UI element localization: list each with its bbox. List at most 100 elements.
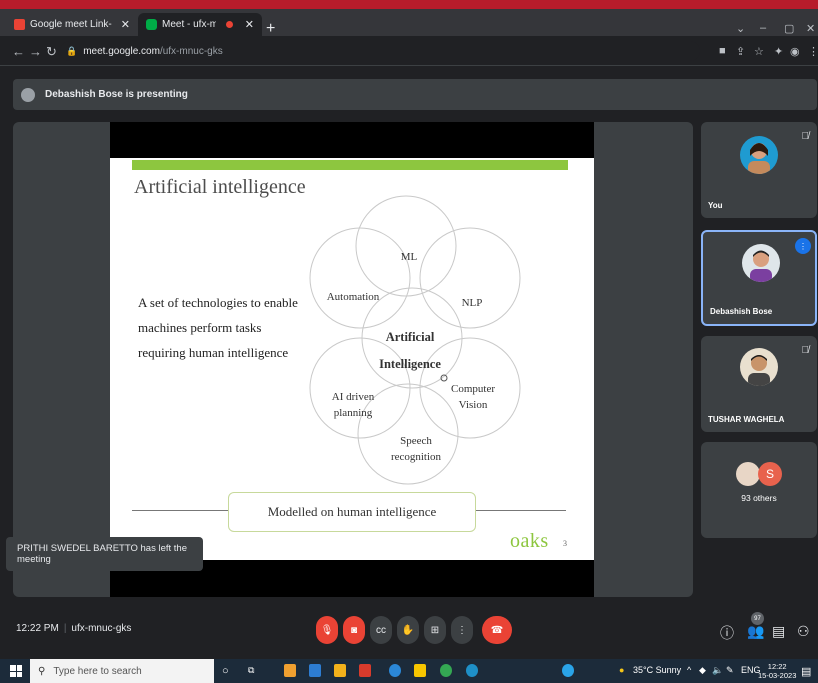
windows-start-icon[interactable] [10, 665, 22, 677]
taskbar-app-icon[interactable] [309, 664, 321, 677]
search-icon: ⚲ [38, 665, 46, 677]
maximize-button[interactable]: ▢ [784, 22, 794, 35]
participant-tile-you[interactable]: 🎙̸ You [701, 122, 817, 218]
extensions-icon[interactable]: ✦ [774, 45, 783, 58]
petal-cv-label-2: Vision [459, 399, 488, 411]
present-button[interactable]: ⊞ [424, 616, 446, 644]
more-options-button[interactable]: ⋮ [451, 616, 473, 644]
tab-search-icon[interactable]: ⌄ [736, 22, 745, 35]
chrome-icon[interactable] [440, 664, 452, 677]
petal-ml-label: ML [401, 251, 418, 263]
weather-text[interactable]: 35°C Sunny [633, 665, 681, 675]
close-tab-icon[interactable]: ✕ [121, 18, 130, 31]
notification-toast: PRITHI SWEDEL BARETTO has left the meeti… [6, 537, 203, 571]
file-explorer-icon[interactable] [334, 664, 346, 677]
camera-off-icon: ◙ [350, 624, 358, 636]
slide: Artificial intelligence A set of technol… [110, 158, 594, 560]
mic-off-icon: 🎙̸ [801, 345, 810, 356]
lock-icon: 🔒 [66, 45, 78, 56]
mic-toggle-button[interactable]: 🎙 [316, 616, 338, 644]
participant-name: Debashish Bose [710, 307, 773, 316]
petal-speech-label-2: recognition [391, 451, 442, 463]
captions-button[interactable]: cc [370, 616, 392, 644]
weather-icon: ● [619, 665, 625, 675]
tab-google-meet-link[interactable]: Google meet Link- National level ✕ [6, 13, 138, 36]
share-icon[interactable]: ⇪ [736, 45, 745, 58]
petal-speech-label-1: Speech [400, 435, 432, 447]
center-label-2: Intelligence [379, 357, 441, 371]
reload-button[interactable]: ↻ [46, 44, 57, 60]
taskbar-app-icon[interactable] [359, 664, 371, 677]
tab-strip: Google meet Link- National level ✕ Meet … [0, 9, 818, 37]
gmail-icon [14, 19, 25, 30]
tab-meet[interactable]: Meet - ufx-mnuc-gks ✕ [138, 13, 262, 36]
close-tab-icon[interactable]: ✕ [245, 18, 254, 31]
camera-in-use-icon[interactable]: ■ [719, 45, 726, 57]
participant-name: You [708, 201, 723, 210]
petal-planning-circle [309, 337, 411, 439]
meeting-code: ufx-mnuc-gks [71, 623, 132, 634]
slide-page-number: 3 [563, 539, 567, 548]
activities-icon[interactable]: ⚇ [797, 623, 810, 640]
meeting-time: 12:22 PM [16, 623, 59, 634]
taskbar-app-icon[interactable] [414, 664, 426, 677]
petal-nlp-circle [419, 227, 521, 329]
petal-ml-circle [355, 195, 457, 297]
profile-avatar[interactable]: ◉ [790, 45, 800, 58]
clock-time: 12:22 [767, 662, 787, 671]
meet-icon [146, 19, 157, 30]
meeting-details-icon[interactable]: ⓘ [720, 623, 734, 643]
ai-venn-diagram: ML NLP Computer Vision Speech recognitio… [309, 195, 521, 485]
participant-tile-tushar[interactable]: 🎙̸ TUSHAR WAGHELA [701, 336, 817, 432]
others-count: 93 others [741, 493, 777, 503]
cortana-icon[interactable]: ○ [222, 665, 229, 677]
camera-toggle-button[interactable]: ◙ [343, 616, 365, 644]
notifications-icon[interactable]: ▤ [801, 665, 811, 678]
pen-icon[interactable]: ✎ [726, 665, 734, 676]
slide-description: A set of technologies to enable machines… [138, 295, 298, 360]
hand-icon: ✋ [401, 624, 415, 636]
forward-button[interactable]: → [29, 44, 42, 59]
people-icon[interactable]: 👥 [747, 623, 764, 640]
presenter-avatar [21, 87, 35, 102]
window-top-strip [0, 0, 818, 9]
leave-call-button[interactable]: ☎ [482, 616, 512, 644]
avatar [736, 462, 760, 486]
center-label-1: Artificial [386, 330, 435, 344]
volume-icon[interactable]: 🔈 [712, 665, 723, 676]
taskbar-clock[interactable]: 12:22 15-03-2023 [758, 662, 796, 680]
chat-icon[interactable]: ▤ [772, 623, 785, 640]
avatar-letter: S [758, 462, 782, 486]
taskbar-app-icon[interactable] [562, 664, 574, 677]
mic-off-icon: 🎙 [320, 624, 334, 636]
tab-label: Meet - ufx-mnuc-gks [162, 19, 216, 30]
edge-icon[interactable] [466, 664, 478, 677]
oaks-logo: oaks [510, 530, 549, 552]
clock-date: 15-03-2023 [758, 671, 797, 680]
participant-name: TUSHAR WAGHELA [708, 415, 785, 424]
telegram-icon[interactable] [389, 664, 401, 677]
bookmark-star-icon[interactable]: ☆ [754, 45, 764, 58]
slide-title: Artificial intelligence [134, 176, 306, 198]
url-input[interactable]: 🔒 meet.google.com/ufx-mnuc-gks [60, 41, 700, 61]
minimize-button[interactable]: – [760, 22, 766, 34]
address-bar: ← → ↻ 🔒 meet.google.com/ufx-mnuc-gks ■ ⇪… [0, 36, 818, 66]
petal-automation-circle [309, 227, 411, 329]
url-host: meet.google.com [83, 45, 160, 57]
participant-tile-others[interactable]: S 93 others [701, 442, 817, 538]
more-vert-icon: ⋮ [457, 624, 467, 636]
divider: | [63, 623, 67, 634]
present-icon: ⊞ [430, 624, 440, 636]
tray-overflow-icon[interactable]: ^ [687, 665, 691, 675]
taskbar-app-icon[interactable] [284, 664, 296, 677]
task-view-icon[interactable]: ⧉ [248, 665, 254, 676]
menu-icon[interactable]: ⋮ [808, 45, 818, 58]
search-placeholder: Type here to search [53, 665, 142, 677]
tray-app-icon[interactable]: ◆ [699, 665, 706, 676]
raise-hand-button[interactable]: ✋ [397, 616, 419, 644]
close-window-button[interactable]: ✕ [806, 22, 815, 35]
petal-automation-label: Automation [327, 291, 380, 303]
participant-tile-debashish[interactable]: ⋮ Debashish Bose [701, 230, 817, 326]
back-button[interactable]: ← [12, 44, 25, 59]
taskbar-search-input[interactable]: ⚲ Type here to search [30, 659, 214, 683]
